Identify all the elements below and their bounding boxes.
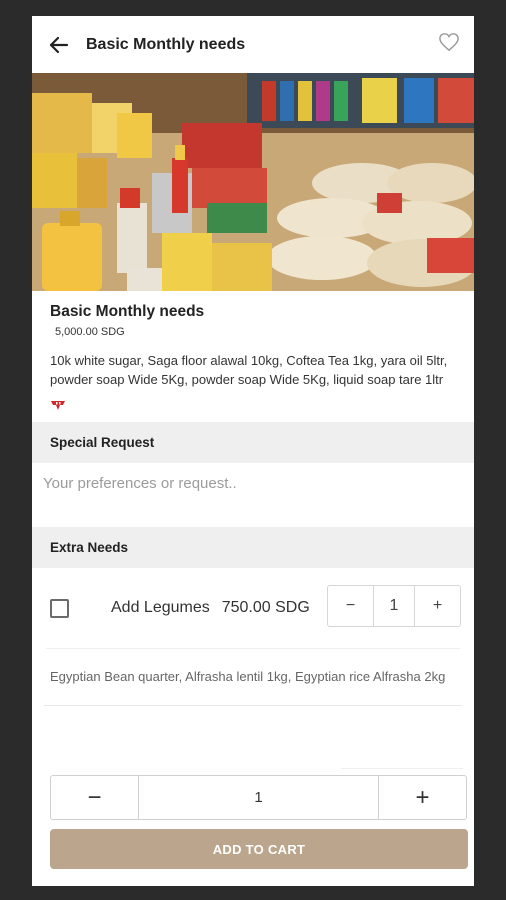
- extra-item-increment-button[interactable]: +: [415, 586, 460, 626]
- cart-quantity-stepper: − 1 +: [50, 775, 467, 820]
- special-request-header: Special Request: [32, 422, 474, 463]
- extra-item-quantity-stepper: − 1 +: [327, 585, 461, 627]
- extra-item-price: 750.00 SDG: [221, 599, 310, 616]
- cart-quantity: 1: [138, 776, 379, 819]
- arrow-left-icon: [49, 36, 69, 53]
- phone-screen: Basic Monthly needs Basic Monthly needs …: [32, 16, 474, 886]
- page-title: Basic Monthly needs: [86, 35, 246, 53]
- store-logo-icon: [51, 401, 65, 410]
- back-button[interactable]: [46, 32, 72, 58]
- product-description: 10k white sugar, Saga floor alawal 10kg,…: [50, 353, 448, 387]
- special-request-area: [32, 463, 474, 527]
- brand-logo: [50, 398, 456, 412]
- cart-decrement-button[interactable]: −: [51, 776, 138, 819]
- extra-item-row: Add Legumes 750.00 SDG − 1 +: [32, 568, 474, 648]
- extra-item-decrement-button[interactable]: −: [328, 586, 373, 626]
- extra-item-quantity: 1: [373, 586, 415, 626]
- heart-outline-icon: [439, 33, 459, 52]
- grocery-photo: [32, 73, 474, 291]
- product-price: 5,000.00 SDG: [55, 326, 125, 338]
- special-request-input[interactable]: [43, 475, 463, 492]
- cart-increment-button[interactable]: +: [379, 776, 466, 819]
- product-title: Basic Monthly needs: [50, 303, 205, 320]
- extra-item-name: Add Legumes: [111, 599, 210, 616]
- product-image: [32, 73, 474, 291]
- app-bar: Basic Monthly needs: [32, 16, 474, 73]
- bottom-bar: − 1 + ADD TO CART: [32, 769, 474, 886]
- divider: [44, 705, 462, 706]
- add-to-cart-button[interactable]: ADD TO CART: [50, 829, 468, 869]
- extra-item-checkbox[interactable]: [50, 598, 69, 618]
- product-info: Basic Monthly needs 5,000.00 SDG 10k whi…: [32, 291, 474, 412]
- extra-item-description: Egyptian Bean quarter, Alfrasha lentil 1…: [50, 669, 446, 684]
- extra-needs-header: Extra Needs: [32, 527, 474, 568]
- favorite-button[interactable]: [438, 32, 462, 54]
